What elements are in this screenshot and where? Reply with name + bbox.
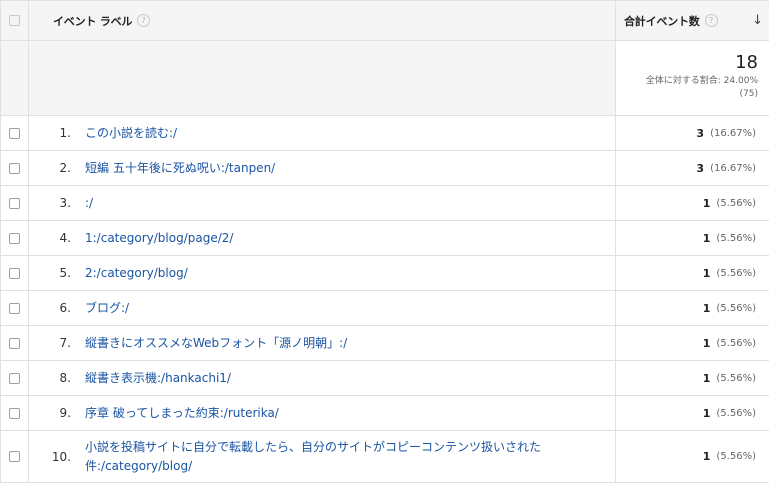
- event-label-link[interactable]: ブログ:/: [85, 299, 585, 318]
- row-percent: (5.56%): [716, 197, 756, 209]
- totals-row: 18 全体に対する割合: 24.00% (75): [1, 41, 769, 116]
- select-all-cell: [1, 1, 29, 40]
- event-label-link[interactable]: 1:/category/blog/page/2/: [85, 229, 585, 248]
- event-label-link[interactable]: 縦書き表示機:/hankachi1/: [85, 369, 585, 388]
- row-value: 1: [702, 406, 711, 420]
- event-label-link[interactable]: この小説を読む:/: [85, 124, 585, 143]
- row-percent: (5.56%): [716, 302, 756, 314]
- table-row: 8. 縦書き表示機:/hankachi1/ 1 (5.56%): [1, 361, 769, 396]
- row-index: 2.: [59, 161, 71, 175]
- event-label-link[interactable]: 2:/category/blog/: [85, 264, 585, 283]
- row-index: 6.: [59, 301, 71, 315]
- row-value: 1: [702, 371, 711, 385]
- dimension-header-label[interactable]: イベント ラベル: [53, 13, 132, 29]
- row-checkbox[interactable]: [9, 232, 20, 244]
- table-row: 6. ブログ:/ 1 (5.56%): [1, 291, 769, 326]
- row-value: 3: [696, 161, 705, 175]
- help-icon[interactable]: ?: [704, 14, 718, 27]
- row-index: 4.: [59, 231, 71, 245]
- event-label-link[interactable]: :/: [85, 194, 585, 213]
- event-label-link[interactable]: 縦書きにオススメなWebフォント「源ノ明朝」:/: [85, 334, 585, 353]
- select-all-checkbox[interactable]: [9, 15, 20, 26]
- event-label-link[interactable]: 小説を投稿サイトに自分で転載したら、自分のサイトがコピーコンテンツ扱いされた件:…: [85, 438, 585, 476]
- row-checkbox[interactable]: [9, 197, 20, 209]
- row-index: 8.: [59, 371, 71, 385]
- help-icon[interactable]: ?: [137, 14, 151, 27]
- row-index: 7.: [59, 336, 71, 350]
- row-percent: (5.56%): [716, 267, 756, 279]
- total-value: 18: [735, 52, 758, 73]
- row-checkbox[interactable]: [9, 302, 20, 314]
- totals-metric-cell: 18 全体に対する割合: 24.00% (75): [616, 41, 769, 115]
- metric-header-group: 合計イベント数 ?: [624, 13, 718, 29]
- table-row: 4. 1:/category/blog/page/2/ 1 (5.56%): [1, 221, 769, 256]
- event-label-link[interactable]: 序章 破ってしまった約束:/ruterika/: [85, 404, 585, 423]
- sort-descending-icon[interactable]: ↓: [752, 13, 763, 28]
- table-row: 10. 小説を投稿サイトに自分で転載したら、自分のサイトがコピーコンテンツ扱いさ…: [1, 431, 769, 483]
- row-checkbox[interactable]: [9, 267, 20, 279]
- row-value: 1: [702, 301, 711, 315]
- table-row: 3. :/ 1 (5.56%): [1, 186, 769, 221]
- row-checkbox[interactable]: [9, 337, 20, 349]
- row-value: 1: [702, 336, 711, 350]
- row-value: 1: [702, 231, 711, 245]
- row-value: 3: [696, 126, 705, 140]
- row-index: 5.: [59, 266, 71, 280]
- table-row: 1. この小説を読む:/ 3 (16.67%): [1, 116, 769, 151]
- metric-header-label[interactable]: 合計イベント数: [624, 13, 700, 29]
- table-row: 9. 序章 破ってしまった約束:/ruterika/ 1 (5.56%): [1, 396, 769, 431]
- event-label-link[interactable]: 短編 五十年後に死ぬ呪い:/tanpen/: [85, 159, 585, 178]
- totals-check-cell: [1, 41, 29, 115]
- totals-label-cell: [29, 41, 616, 115]
- row-checkbox[interactable]: [9, 407, 20, 419]
- row-percent: (5.56%): [716, 337, 756, 349]
- total-site-total: (75): [739, 89, 758, 99]
- table-row: 7. 縦書きにオススメなWebフォント「源ノ明朝」:/ 1 (5.56%): [1, 326, 769, 361]
- row-percent: (16.67%): [710, 162, 756, 174]
- row-checkbox[interactable]: [9, 162, 20, 174]
- row-value: 1: [702, 196, 711, 210]
- event-label-table: イベント ラベル ? 合計イベント数 ? ↓ 18 全体に対する割合: 24.0…: [0, 0, 769, 483]
- row-percent: (16.67%): [710, 127, 756, 139]
- row-percent: (5.56%): [716, 232, 756, 244]
- row-percent: (5.56%): [716, 407, 756, 419]
- table-header: イベント ラベル ? 合計イベント数 ? ↓: [1, 1, 769, 41]
- row-checkbox[interactable]: [9, 451, 20, 462]
- row-value: 1: [702, 266, 711, 280]
- row-percent: (5.56%): [716, 451, 756, 462]
- row-index: 9.: [59, 406, 71, 420]
- metric-header[interactable]: 合計イベント数 ? ↓: [616, 1, 769, 40]
- row-index: 3.: [59, 196, 71, 210]
- row-index: 10.: [51, 449, 71, 464]
- table-row: 2. 短編 五十年後に死ぬ呪い:/tanpen/ 3 (16.67%): [1, 151, 769, 186]
- row-value: 1: [702, 450, 711, 463]
- table-row: 5. 2:/category/blog/ 1 (5.56%): [1, 256, 769, 291]
- row-index: 1.: [59, 126, 71, 140]
- row-checkbox[interactable]: [9, 127, 20, 139]
- total-percent-of-all: 全体に対する割合: 24.00%: [645, 76, 758, 86]
- row-checkbox[interactable]: [9, 372, 20, 384]
- dimension-header[interactable]: イベント ラベル ?: [29, 1, 616, 40]
- row-percent: (5.56%): [716, 372, 756, 384]
